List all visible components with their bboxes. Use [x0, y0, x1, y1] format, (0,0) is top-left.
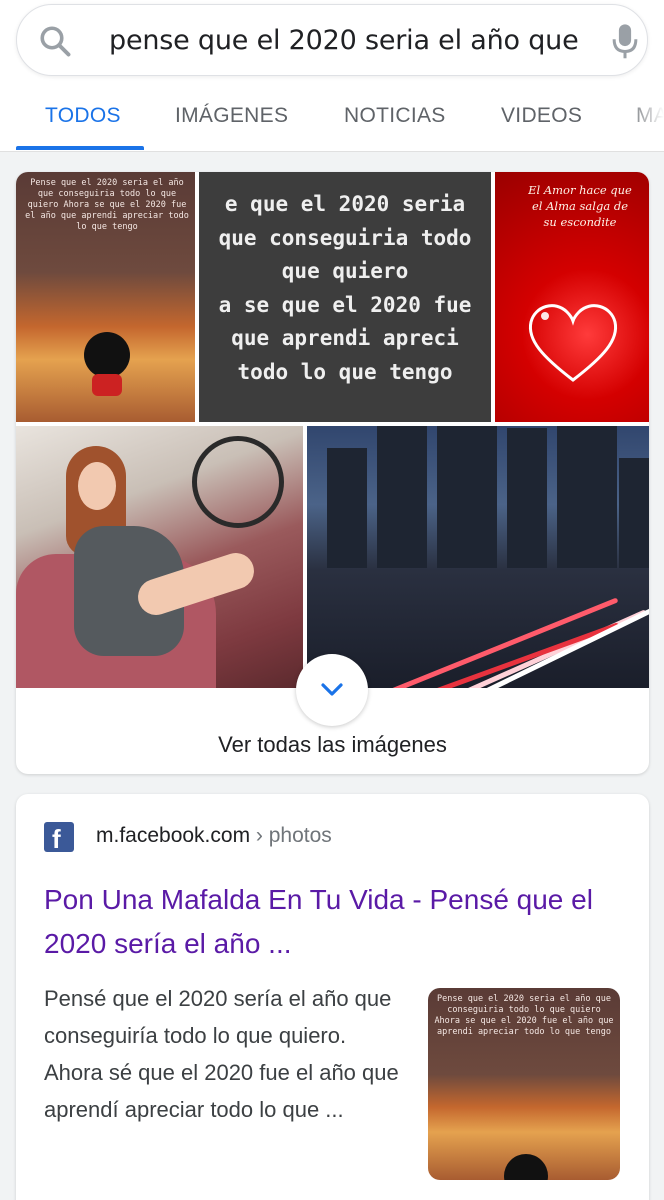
- result-breadcrumb: › photos: [250, 824, 332, 847]
- image-thumbnail-mafalda[interactable]: Pense que el 2020 seria el año que conse…: [16, 172, 195, 422]
- image-results-card: Pense que el 2020 seria el año que conse…: [16, 172, 649, 774]
- result-thumbnail[interactable]: Pense que el 2020 seria el año que conse…: [428, 988, 620, 1180]
- expand-images-button[interactable]: [296, 654, 368, 726]
- search-input[interactable]: pense que el 2020 seria el año que: [109, 23, 579, 59]
- tab-noticias[interactable]: NOTICIAS: [344, 104, 446, 128]
- image-thumbnail-woman-car[interactable]: [16, 426, 303, 688]
- see-all-images-link[interactable]: Ver todas las imágenes: [16, 732, 649, 758]
- building: [619, 458, 649, 568]
- woman-face: [78, 462, 116, 510]
- image-thumbnail-quote[interactable]: e que el 2020 seria que conseguiria todo…: [199, 172, 491, 422]
- image-thumbnail-city-traffic[interactable]: [307, 426, 649, 688]
- tabs-fade: [624, 92, 664, 148]
- search-tabs: TODOS IMÁGENES NOTICIAS VIDEOS MA: [0, 92, 664, 152]
- thumbnail-caption: Pense que el 2020 seria el año que conse…: [25, 178, 189, 232]
- active-tab-indicator: [16, 146, 144, 150]
- light-trail: [407, 609, 647, 688]
- image-thumbnail-heart[interactable]: El Amor hace que el Alma salga de su esc…: [495, 172, 649, 422]
- search-result-card: f m.facebook.com › photos Pon Una Mafald…: [16, 794, 649, 1200]
- search-bar[interactable]: pense que el 2020 seria el año que: [16, 4, 648, 76]
- building: [377, 426, 427, 568]
- tab-videos[interactable]: VIDEOS: [501, 104, 582, 128]
- heart-caption: El Amor hace que el Alma salga de su esc…: [528, 183, 632, 229]
- chevron-down-icon: [321, 683, 343, 696]
- building: [507, 428, 547, 568]
- result-snippet: Pensé que el 2020 sería el año que conse…: [44, 986, 399, 1122]
- search-header: pense que el 2020 seria el año que TODOS…: [0, 0, 664, 152]
- building: [327, 448, 367, 568]
- heart-icon: [528, 304, 618, 382]
- quote-text: e que el 2020 seria que conseguiria todo…: [218, 192, 472, 384]
- microphone-icon[interactable]: [611, 23, 639, 61]
- result-url[interactable]: m.facebook.com › photos: [96, 824, 332, 848]
- result-domain: m.facebook.com: [96, 824, 251, 847]
- steering-wheel: [192, 436, 284, 528]
- facebook-icon: f: [44, 822, 74, 854]
- tab-todos[interactable]: TODOS: [45, 104, 121, 128]
- mafalda-dress: [92, 374, 122, 396]
- mafalda-figure: [504, 1154, 548, 1180]
- building: [437, 426, 497, 568]
- building: [557, 426, 617, 568]
- search-icon[interactable]: [37, 23, 73, 59]
- tab-imagenes[interactable]: IMÁGENES: [175, 104, 288, 128]
- result-thumbnail-caption: Pense que el 2020 seria el año que conse…: [434, 994, 614, 1037]
- result-title-link[interactable]: Pon Una Mafalda En Tu Vida - Pensé que e…: [44, 878, 624, 966]
- mafalda-figure: [84, 332, 130, 378]
